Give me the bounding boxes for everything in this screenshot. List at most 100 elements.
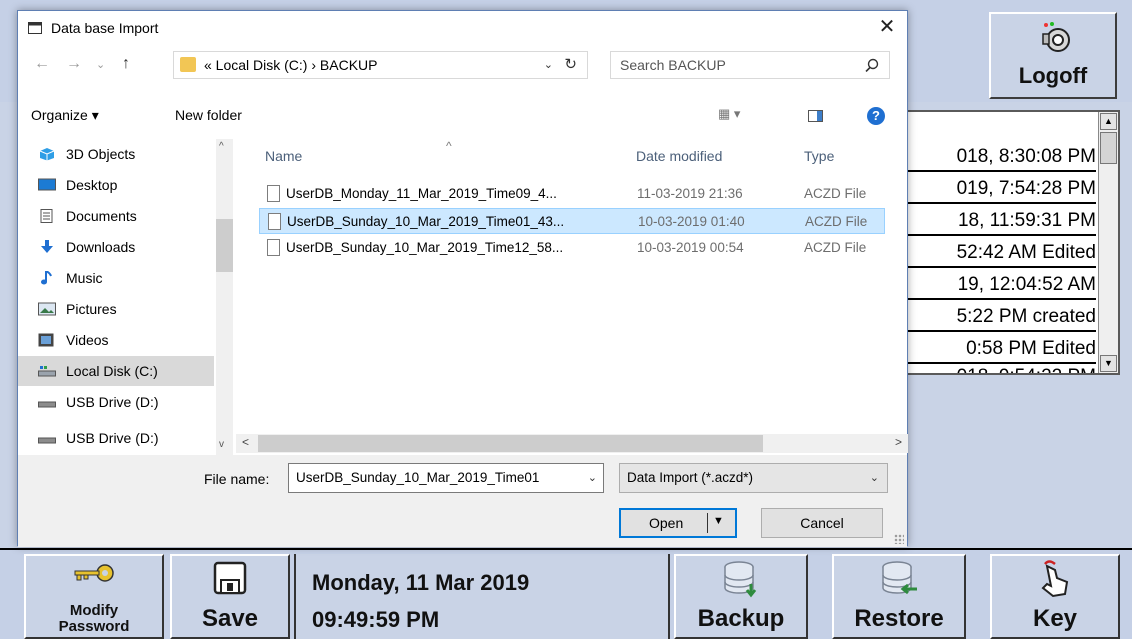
usb-drive-icon bbox=[38, 437, 56, 444]
file-row[interactable]: UserDB_Monday_11_Mar_2019_Time09_4... 11… bbox=[259, 181, 885, 207]
nav-label: Documents bbox=[66, 208, 137, 224]
file-type-select[interactable]: Data Import (*.aczd*) ⌄ bbox=[619, 463, 888, 493]
column-header-name[interactable]: Name bbox=[265, 139, 625, 175]
nav-item-3d-objects[interactable]: 3D Objects bbox=[18, 139, 214, 169]
cube-icon bbox=[39, 148, 55, 161]
restore-label: Restore bbox=[854, 605, 944, 632]
organize-menu[interactable]: Organize ▾ bbox=[31, 107, 99, 124]
log-line: 52:42 AM Edited bbox=[897, 238, 1096, 268]
open-button[interactable]: Open ▼ bbox=[619, 508, 737, 538]
file-list-h-scrollbar[interactable]: < > bbox=[236, 434, 908, 453]
nav-item-usb-drive[interactable]: USB Drive (D:) bbox=[18, 387, 214, 417]
file-date: 10-03-2019 00:54 bbox=[637, 240, 744, 255]
preview-pane-icon[interactable] bbox=[808, 110, 823, 122]
file-type-value: Data Import (*.aczd*) bbox=[627, 470, 754, 485]
search-box[interactable]: Search BACKUP bbox=[610, 51, 890, 79]
nav-label: Music bbox=[66, 270, 103, 286]
logoff-button[interactable]: Logoff bbox=[989, 12, 1117, 99]
nav-scroll-thumb[interactable] bbox=[216, 219, 233, 272]
usb-drive-icon bbox=[38, 401, 56, 408]
pictures-icon bbox=[38, 302, 56, 316]
navigation-pane: 3D Objects Desktop Documents Downloads M… bbox=[18, 139, 236, 469]
address-bar[interactable]: « Local Disk (C:) › BACKUP ⌄ ↻ bbox=[173, 51, 588, 79]
nav-item-desktop[interactable]: Desktop bbox=[18, 170, 214, 200]
save-button[interactable]: Save bbox=[170, 554, 290, 639]
recent-locations-chevron-icon[interactable]: ⌄ bbox=[96, 58, 105, 71]
nav-label: USB Drive (D:) bbox=[66, 430, 159, 446]
cancel-button[interactable]: Cancel bbox=[761, 508, 883, 538]
file-row[interactable]: UserDB_Sunday_10_Mar_2019_Time12_58... 1… bbox=[259, 235, 885, 261]
history-log-list[interactable]: 018, 8:30:08 PM 019, 7:54:28 PM 18, 11:5… bbox=[895, 110, 1120, 375]
nav-item-music[interactable]: Music bbox=[18, 263, 214, 293]
file-date: 11-03-2019 21:36 bbox=[637, 186, 743, 201]
nav-label: Videos bbox=[66, 332, 109, 348]
column-header-date-modified[interactable]: Date modified bbox=[636, 139, 796, 175]
date-time-display: Monday, 11 Mar 2019 09:49:59 PM bbox=[294, 554, 670, 639]
chevron-down-icon[interactable]: ⌄ bbox=[588, 471, 597, 484]
scroll-up-icon[interactable]: ▲ bbox=[1100, 113, 1117, 130]
file-date: 10-03-2019 01:40 bbox=[638, 214, 745, 229]
modify-password-label: Modify Password bbox=[58, 602, 130, 635]
downloads-icon bbox=[41, 240, 53, 253]
split-divider bbox=[707, 513, 708, 533]
resize-grip-icon[interactable] bbox=[894, 534, 904, 544]
nav-pane-scrollbar[interactable]: ^ v bbox=[216, 139, 233, 469]
forward-arrow-icon[interactable]: → bbox=[66, 55, 82, 73]
nav-item-pictures[interactable]: Pictures bbox=[18, 294, 214, 324]
nav-item-downloads[interactable]: Downloads bbox=[18, 232, 214, 262]
scroll-right-icon[interactable]: > bbox=[895, 435, 902, 449]
dialog-app-icon bbox=[28, 22, 42, 34]
column-label: Name bbox=[265, 148, 303, 164]
file-name: UserDB_Sunday_10_Mar_2019_Time01_43... bbox=[287, 214, 565, 229]
scroll-down-icon[interactable]: v bbox=[219, 439, 224, 450]
new-folder-button[interactable]: New folder bbox=[175, 107, 242, 123]
backup-button[interactable]: Backup bbox=[674, 554, 808, 639]
backup-label: Backup bbox=[697, 605, 785, 632]
help-icon[interactable]: ? bbox=[867, 107, 885, 125]
nav-label: USB Drive (D:) bbox=[66, 394, 159, 410]
restore-button[interactable]: Restore bbox=[832, 554, 966, 639]
close-icon[interactable]: ✕ bbox=[875, 15, 899, 39]
up-arrow-icon[interactable]: ↑ bbox=[122, 55, 130, 73]
nav-item-local-disk[interactable]: Local Disk (C:) bbox=[18, 356, 214, 386]
nav-item-videos[interactable]: Videos bbox=[18, 325, 214, 355]
log-scroll-thumb[interactable] bbox=[1100, 132, 1117, 164]
database-backup-icon bbox=[724, 561, 757, 598]
column-header-type[interactable]: Type bbox=[804, 139, 884, 175]
log-line: 5:22 PM created bbox=[897, 302, 1096, 332]
open-label: Open bbox=[649, 515, 684, 531]
file-type: ACZD File bbox=[804, 240, 867, 255]
chevron-down-icon[interactable]: ⌄ bbox=[870, 471, 879, 484]
address-dropdown-icon[interactable]: ⌄ bbox=[544, 58, 553, 71]
back-arrow-icon[interactable]: ← bbox=[34, 55, 50, 73]
nav-label: Pictures bbox=[66, 301, 117, 317]
open-options-dropdown-icon[interactable]: ▼ bbox=[713, 515, 724, 527]
file-name-input[interactable]: UserDB_Sunday_10_Mar_2019_Time01 ⌄ bbox=[288, 463, 604, 493]
scroll-down-icon[interactable]: ▼ bbox=[1100, 355, 1117, 372]
key-icon bbox=[74, 564, 114, 582]
scroll-left-icon[interactable]: < bbox=[242, 435, 249, 449]
file-row-selected[interactable]: UserDB_Sunday_10_Mar_2019_Time01_43... 1… bbox=[259, 208, 885, 234]
nav-label: Desktop bbox=[66, 177, 118, 193]
scroll-up-icon[interactable]: ^ bbox=[219, 141, 224, 152]
file-icon bbox=[268, 213, 281, 230]
log-scrollbar[interactable]: ▲ ▼ bbox=[1098, 112, 1118, 373]
refresh-icon[interactable]: ↻ bbox=[564, 55, 577, 73]
file-type: ACZD File bbox=[805, 214, 868, 229]
address-row: ← → ⌄ ↑ « Local Disk (C:) › BACKUP ⌄ ↻ S… bbox=[18, 51, 907, 83]
change-view-icon[interactable]: ▦ ▾ bbox=[718, 106, 740, 122]
address-path: « Local Disk (C:) › BACKUP bbox=[204, 57, 378, 73]
documents-icon bbox=[40, 209, 53, 223]
nav-label: 3D Objects bbox=[66, 146, 136, 162]
nav-item-documents[interactable]: Documents bbox=[18, 201, 214, 231]
log-line: 018, 9:54:22 PM bbox=[897, 362, 1096, 373]
log-line: 0:58 PM Edited bbox=[897, 334, 1096, 364]
h-scroll-thumb[interactable] bbox=[258, 435, 763, 452]
file-name: UserDB_Monday_11_Mar_2019_Time09_4... bbox=[286, 186, 557, 201]
dialog-title-bar[interactable]: Data base Import ✕ bbox=[18, 11, 907, 44]
nav-item-usb-drive[interactable]: USB Drive (D:) bbox=[18, 423, 214, 453]
music-icon bbox=[41, 271, 52, 285]
modify-password-button[interactable]: Modify Password bbox=[24, 554, 164, 639]
nav-label: Downloads bbox=[66, 239, 136, 255]
key-button[interactable]: Key bbox=[990, 554, 1120, 639]
